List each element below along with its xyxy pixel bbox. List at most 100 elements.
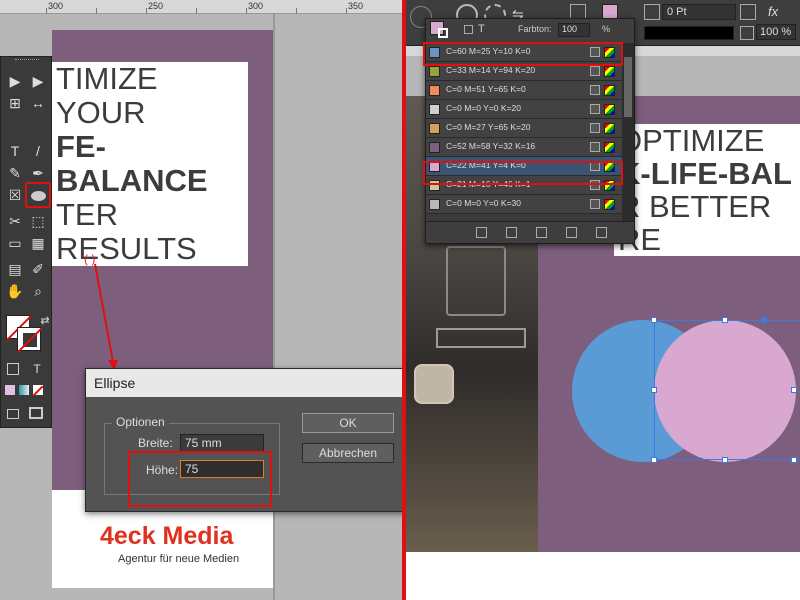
resize-handle[interactable]: [791, 457, 797, 463]
swatch-row[interactable]: C=0 M=27 Y=65 K=20: [426, 119, 622, 138]
cancel-button[interactable]: Abbrechen: [302, 443, 394, 463]
ok-button[interactable]: OK: [302, 413, 394, 433]
tint-field[interactable]: 100: [558, 23, 590, 37]
photo-console: [436, 328, 526, 348]
swatch-row[interactable]: C=0 M=0 Y=0 K=30: [426, 195, 622, 214]
stroke-type-select[interactable]: [644, 26, 734, 40]
show-gradient-swatches-icon[interactable]: [536, 227, 547, 238]
swatch-row[interactable]: C=0 M=0 Y=0 K=20: [426, 100, 622, 119]
height-highlight-box: [128, 451, 272, 507]
rectangle-frame-tool-icon[interactable]: ☒: [5, 185, 25, 205]
resize-handle[interactable]: [791, 387, 797, 393]
apply-color-icon[interactable]: [5, 385, 15, 395]
resize-handle[interactable]: [651, 317, 657, 323]
formatting-container-icon[interactable]: [7, 363, 19, 375]
width-field[interactable]: 75 mm: [180, 434, 264, 452]
headline-line: FE-BALANCE: [56, 129, 208, 198]
scissors-tool-icon[interactable]: ✂: [5, 211, 25, 231]
formatting-text-icon[interactable]: T: [27, 359, 47, 379]
resize-handle[interactable]: [651, 387, 657, 393]
show-color-swatches-icon[interactable]: [506, 227, 517, 238]
swatch-name: C=0 M=51 Y=65 K=0: [446, 84, 526, 94]
note-tool-icon[interactable]: ▤: [5, 259, 25, 279]
swap-colors-icon[interactable]: ⇄: [35, 311, 55, 331]
resize-handle[interactable]: [722, 457, 728, 463]
cmyk-mode-icon: [604, 66, 615, 77]
apply-gradient-icon[interactable]: [19, 385, 29, 395]
ellipse-tool-icon[interactable]: [25, 182, 51, 208]
show-all-swatches-icon[interactable]: [476, 227, 487, 238]
pencil-tool-icon[interactable]: ✒: [28, 163, 48, 183]
swatch-highlight-pink: [423, 161, 623, 185]
effects-icon[interactable]: [740, 4, 756, 20]
width-label: Breite:: [138, 436, 173, 450]
ruler-tick: [96, 8, 97, 14]
ruler-tick: [346, 8, 347, 14]
logo-tagline: Agentur für neue Medien: [118, 553, 240, 565]
logo-main-text: 4eck Media: [100, 522, 234, 550]
swatch-name: C=0 M=0 Y=0 K=30: [446, 198, 521, 208]
headline-text-frame-right[interactable]: OPTIMIZE K-LIFE-BAL R BETTER RE: [614, 124, 800, 256]
cmyk-mode-icon: [604, 85, 615, 96]
hand-tool-icon[interactable]: ✋: [5, 281, 25, 301]
stroke-weight-field[interactable]: 0 Pt: [662, 4, 736, 20]
stroke-indicator[interactable]: [438, 28, 448, 38]
gradient-feather-tool-icon[interactable]: ▦: [28, 233, 48, 253]
opacity-field[interactable]: 100 %: [756, 24, 796, 40]
opacity-icon[interactable]: [740, 26, 754, 40]
swatches-header: T Farbton: 100 %: [426, 19, 634, 43]
process-color-icon: [590, 123, 600, 133]
swatches-footer: [426, 221, 634, 243]
swatch-color-chip: [429, 123, 440, 134]
new-swatch-icon[interactable]: [566, 227, 577, 238]
screen-mode-icon[interactable]: [29, 407, 43, 419]
selection-bounding-box[interactable]: [654, 320, 800, 460]
pen-tool-icon[interactable]: ✎: [5, 163, 25, 183]
swatch-scrollbar[interactable]: [622, 43, 634, 223]
scroll-thumb[interactable]: [624, 57, 632, 117]
gradient-swatch-tool-icon[interactable]: ▭: [5, 233, 25, 253]
process-color-icon: [590, 104, 600, 114]
stroke-weight-icon[interactable]: [644, 4, 660, 20]
ellipse-dialog: Ellipse Optionen Breite: 75 mm Höhe: 75 …: [85, 368, 405, 512]
ruler-label: 300: [48, 1, 64, 11]
panel-grip[interactable]: [15, 59, 39, 62]
tint-label: Farbton:: [518, 24, 552, 34]
swatch-name: C=33 M=14 Y=94 K=20: [446, 65, 536, 75]
process-color-icon: [590, 66, 600, 76]
headline-line: R BETTER RE: [618, 189, 772, 257]
headline-line: K-LIFE-BAL: [618, 156, 792, 191]
selection-tool-icon[interactable]: ▶: [5, 71, 25, 91]
line-tool-icon[interactable]: /: [28, 141, 48, 161]
ruler-tick: [46, 8, 47, 14]
center-handle[interactable]: [761, 317, 767, 323]
container-toggle-icon[interactable]: [464, 25, 473, 34]
swatch-color-chip: [429, 66, 440, 77]
ruler-label: 350: [348, 1, 364, 11]
tools-panel: ▶ ▶ ↔ ⊞ T / ✎ ✒ ☒ ✂ ⬚ ▭ ▦ ▤ ✐ ✋ ⌕ ⇄ T: [0, 56, 52, 428]
headline-line: TIMIZE YOUR: [56, 61, 158, 130]
normal-view-icon[interactable]: [7, 409, 19, 419]
swatch-row[interactable]: C=52 M=58 Y=32 K=16: [426, 138, 622, 157]
delete-swatch-icon[interactable]: [596, 227, 607, 238]
text-toggle-icon[interactable]: T: [478, 23, 485, 35]
horizontal-ruler[interactable]: 300 250 300 350: [0, 0, 402, 14]
swatch-color-chip: [429, 104, 440, 115]
apply-none-icon[interactable]: [32, 385, 44, 397]
page-tool-icon[interactable]: ⊞: [5, 93, 25, 113]
direct-selection-tool-icon[interactable]: ▶: [28, 71, 48, 91]
type-tool-icon[interactable]: T: [5, 141, 25, 161]
eyedropper-tool-icon[interactable]: ✐: [28, 259, 48, 279]
headline-text-frame[interactable]: TIMIZE YOUR FE-BALANCE TER RESULTS: [52, 62, 248, 266]
swatch-color-chip: [429, 199, 440, 210]
zoom-tool-icon[interactable]: ⌕: [28, 281, 48, 301]
process-color-icon: [590, 142, 600, 152]
fx-icon[interactable]: fx: [768, 4, 788, 20]
free-transform-tool-icon[interactable]: ⬚: [28, 211, 48, 231]
resize-handle[interactable]: [722, 317, 728, 323]
headline-line: OPTIMIZE: [618, 123, 765, 158]
gap-tool-icon[interactable]: ↔: [28, 93, 48, 113]
swatch-row[interactable]: C=0 M=51 Y=65 K=0: [426, 81, 622, 100]
photo-chair: [414, 364, 454, 404]
resize-handle[interactable]: [651, 457, 657, 463]
